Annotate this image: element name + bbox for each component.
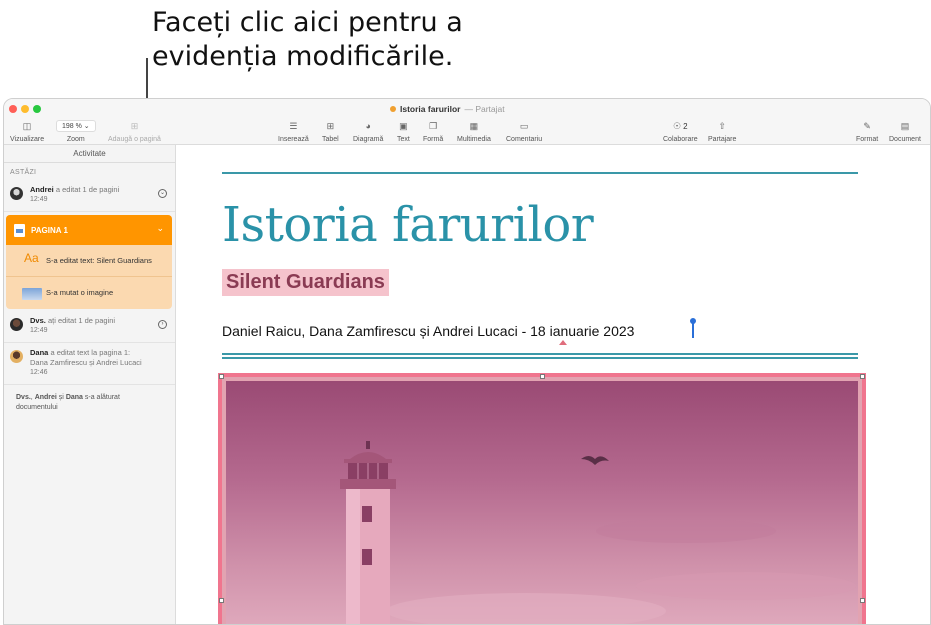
insert-button[interactable]: ☰ Inserează: [278, 119, 309, 144]
avatar: [10, 187, 23, 200]
lighthouse-illustration: [340, 441, 856, 624]
chart-pie-icon: ◕: [365, 121, 371, 131]
callout-line-2: evidenția modificările.: [152, 41, 454, 72]
collapse-chevron-icon[interactable]: ⌄: [158, 189, 167, 198]
lighthouse-image-highlighted[interactable]: [218, 373, 866, 624]
change-text-edit[interactable]: Aa S-a editat text: Silent Guardians: [6, 245, 172, 277]
collaborator-cursor: [690, 318, 696, 338]
titlebar: Istoria farurilor — Partajat ◫ Vizualiza…: [4, 99, 930, 145]
share-icon: ⇧: [718, 120, 726, 131]
document-icon: ▤: [900, 120, 910, 131]
callout-annotation: Faceți clic aici pentru a evidenția modi…: [152, 6, 463, 74]
change-image-moved[interactable]: S-a mutat o imagine: [6, 277, 172, 309]
resize-handle-top-right[interactable]: [860, 374, 865, 379]
text-aa-icon: Aa: [24, 251, 39, 265]
edited-dot-icon: [390, 106, 396, 112]
activity-item-andrei[interactable]: Andrei a editat 1 de pagini 12:49 ⌄: [4, 180, 175, 212]
document-button[interactable]: ▤ Document: [889, 119, 921, 144]
resize-handle-top[interactable]: [540, 374, 545, 379]
activity-sidebar: Activitate ASTĂZI Andrei a editat 1 de p…: [4, 145, 176, 624]
paintbrush-icon: ✎: [863, 120, 871, 131]
avatar: [10, 350, 23, 363]
joined-notice: Dvs., Andrei și Dana s-a alăturat docume…: [16, 394, 120, 411]
page-group-highlighted[interactable]: PAGINA 1 ⌄ Aa S-a editat text: Silent Gu…: [6, 215, 172, 309]
add-page-icon: ⊞: [130, 120, 139, 131]
top-rule: [222, 172, 858, 174]
activity-item-you[interactable]: Dvs. ați editat 1 de pagini 12:49 ›: [4, 311, 175, 343]
format-button[interactable]: ✎ Format: [856, 119, 878, 144]
chart-button[interactable]: ◕ Diagramă: [353, 119, 383, 143]
shape-icon: ❐: [429, 120, 438, 131]
text-button[interactable]: ▣ Text: [397, 119, 410, 144]
double-rule-bottom: [222, 357, 858, 359]
table-icon: ⊞: [326, 120, 335, 131]
page-thumbnail-icon: [14, 223, 25, 237]
resize-handle-left-bottom[interactable]: [219, 598, 224, 603]
document-title: Istoria farurilor — Partajat: [390, 104, 505, 114]
collaboration-button[interactable]: ☉ 2 Colaborare: [663, 119, 698, 144]
zoom-control[interactable]: 198 % ⌄ Zoom: [56, 119, 96, 143]
text-box-icon: ▣: [399, 120, 408, 131]
photo-icon: ▦: [469, 120, 479, 131]
change-marker-icon: [559, 340, 567, 345]
table-button[interactable]: ⊞ Tabel: [322, 119, 339, 144]
minimize-window-button[interactable]: [21, 105, 29, 113]
add-page-button[interactable]: ⊞ Adaugă o pagină: [108, 119, 161, 144]
insert-list-icon: ☰: [289, 120, 298, 131]
document-name[interactable]: Istoria farurilor: [400, 104, 460, 114]
lighthouse-photo: [226, 381, 858, 624]
chevron-down-icon[interactable]: ⌄: [156, 223, 164, 234]
document-canvas[interactable]: Istoria farurilor Silent Guardians Danie…: [177, 145, 930, 624]
document-status: — Partajat: [464, 104, 505, 114]
section-today: ASTĂZI: [10, 169, 37, 176]
document-subtitle-highlighted[interactable]: Silent Guardians: [222, 269, 389, 296]
collaborators-icon: ☉: [673, 120, 682, 131]
document-heading[interactable]: Istoria farurilor: [222, 197, 594, 253]
zoom-value[interactable]: 198 % ⌄: [56, 120, 96, 132]
avatar: [10, 318, 23, 331]
fullscreen-window-button[interactable]: [33, 105, 41, 113]
callout-line-1: Faceți clic aici pentru a: [152, 7, 463, 38]
shape-button[interactable]: ❐ Formă: [423, 119, 443, 144]
pages-window: Istoria farurilor — Partajat ◫ Vizualiza…: [3, 98, 931, 625]
activity-item-dana[interactable]: Dana a editat text la pagina 1: Dana Zam…: [4, 343, 175, 385]
sidebar-title: Activitate: [4, 145, 175, 163]
media-button[interactable]: ▦ Multimedia: [457, 119, 491, 144]
image-thumbnail-icon: [22, 288, 42, 300]
sidebar-icon: ◫: [22, 120, 32, 131]
close-window-button[interactable]: [9, 105, 17, 113]
collaborator-count: 2: [683, 121, 688, 131]
comment-bubble-icon: ▭: [519, 120, 529, 131]
page-group-header[interactable]: PAGINA 1 ⌄: [6, 215, 172, 245]
double-rule-top: [222, 353, 858, 355]
document-byline[interactable]: Daniel Raicu, Dana Zamfirescu și Andrei …: [222, 323, 634, 339]
view-button[interactable]: ◫ Vizualizare: [10, 119, 44, 144]
comment-button[interactable]: ▭ Comentariu: [506, 119, 542, 144]
share-button[interactable]: ⇧ Partajare: [708, 119, 736, 144]
resize-handle-right-bottom[interactable]: [860, 598, 865, 603]
resize-handle-top-left[interactable]: [219, 374, 224, 379]
expand-chevron-icon[interactable]: ›: [158, 320, 167, 329]
